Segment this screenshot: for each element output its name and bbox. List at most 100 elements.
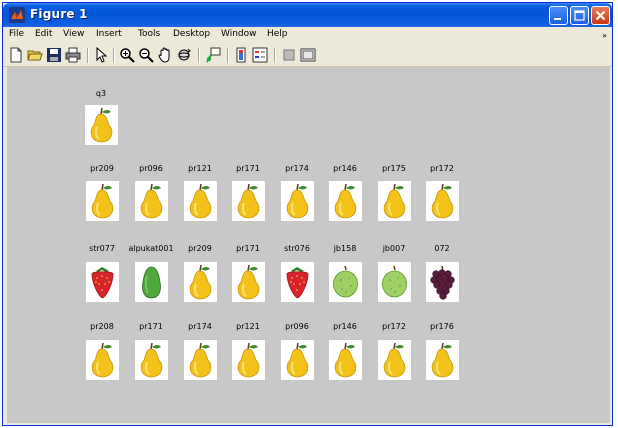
image-thumbnail-pear[interactable] bbox=[86, 181, 119, 221]
zoom-out-icon[interactable] bbox=[138, 47, 154, 63]
zoom-in-icon[interactable] bbox=[119, 47, 135, 63]
pear-icon bbox=[140, 183, 163, 219]
pear-icon bbox=[237, 183, 260, 219]
image-thumbnail-strawberry[interactable] bbox=[86, 262, 119, 302]
strawberry-icon bbox=[286, 267, 309, 299]
grape-icon bbox=[430, 265, 455, 300]
guava-icon bbox=[333, 265, 358, 298]
image-thumbnail-pear[interactable] bbox=[232, 181, 265, 221]
image-thumbnail-pear[interactable] bbox=[184, 340, 217, 380]
menu-overflow-icon[interactable]: » bbox=[602, 31, 607, 40]
image-label: pr171 bbox=[236, 164, 260, 173]
image-label: pr096 bbox=[285, 322, 309, 331]
menu-insert[interactable]: Insert bbox=[96, 29, 122, 39]
image-thumbnail-pear[interactable] bbox=[378, 340, 411, 380]
menu-file[interactable]: File bbox=[9, 29, 24, 39]
show-plot-tools-icon[interactable] bbox=[300, 47, 316, 63]
image-label: pr208 bbox=[90, 322, 114, 331]
image-thumbnail-pear[interactable] bbox=[426, 181, 459, 221]
title-bar[interactable]: Figure 1 bbox=[3, 3, 612, 27]
rotate-3d-icon[interactable] bbox=[176, 47, 192, 63]
pear-icon bbox=[189, 264, 212, 300]
minimize-icon bbox=[554, 18, 561, 20]
new-figure-icon[interactable] bbox=[8, 47, 24, 63]
close-button[interactable] bbox=[591, 6, 610, 25]
toolbar-separator bbox=[198, 48, 200, 63]
image-label: alpukat001 bbox=[128, 244, 174, 253]
menu-desktop[interactable]: Desktop bbox=[173, 29, 210, 39]
maximize-button[interactable] bbox=[570, 6, 589, 25]
insert-legend-icon[interactable] bbox=[252, 47, 268, 63]
image-label: jb007 bbox=[382, 244, 406, 253]
pan-hand-icon[interactable] bbox=[157, 47, 173, 63]
image-thumbnail-pear[interactable] bbox=[329, 340, 362, 380]
print-icon[interactable] bbox=[65, 47, 81, 63]
strawberry-icon bbox=[91, 267, 114, 299]
image-thumbnail-pear[interactable] bbox=[184, 181, 217, 221]
image-thumbnail-pear[interactable] bbox=[135, 340, 168, 380]
image-thumbnail-strawberry[interactable] bbox=[281, 262, 314, 302]
pear-icon bbox=[383, 183, 406, 219]
image-thumbnail-guava[interactable] bbox=[378, 262, 411, 302]
menu-window[interactable]: Window bbox=[221, 29, 257, 39]
image-label: pr174 bbox=[285, 164, 309, 173]
image-thumbnail-pear[interactable] bbox=[232, 262, 265, 302]
image-label: pr171 bbox=[236, 244, 260, 253]
pear-icon bbox=[91, 342, 114, 378]
image-thumbnail-pear[interactable] bbox=[378, 181, 411, 221]
maximize-icon bbox=[574, 10, 585, 21]
close-icon bbox=[595, 10, 606, 21]
menu-tools[interactable]: Tools bbox=[138, 29, 160, 39]
menu-view[interactable]: View bbox=[63, 29, 84, 39]
pear-icon bbox=[237, 264, 260, 300]
image-thumbnail-grape[interactable] bbox=[426, 262, 459, 302]
image-thumbnail-pear[interactable] bbox=[281, 181, 314, 221]
menu-help[interactable]: Help bbox=[267, 29, 288, 39]
menu-edit[interactable]: Edit bbox=[35, 29, 52, 39]
image-label: q3 bbox=[95, 89, 107, 98]
pear-icon bbox=[431, 342, 454, 378]
image-label: pr146 bbox=[333, 322, 357, 331]
window-title: Figure 1 bbox=[30, 7, 88, 21]
image-label: jb158 bbox=[333, 244, 357, 253]
image-thumbnail-pear[interactable] bbox=[184, 262, 217, 302]
pear-icon bbox=[91, 183, 114, 219]
hide-plot-tools-icon[interactable] bbox=[281, 47, 297, 63]
image-thumbnail-avocado[interactable] bbox=[135, 262, 168, 302]
menu-bar: File Edit View Insert Tools Desktop Wind… bbox=[3, 27, 612, 44]
toolbar-separator bbox=[227, 48, 229, 63]
image-label: str076 bbox=[284, 244, 310, 253]
image-label: pr209 bbox=[188, 244, 212, 253]
select-arrow-icon[interactable] bbox=[93, 47, 109, 63]
figure-canvas[interactable]: q3 pr209 pr096 pr121 pr171 pr174 pr146 pr175 pr1… bbox=[7, 67, 610, 423]
image-thumbnail-pear[interactable] bbox=[329, 181, 362, 221]
image-label: pr172 bbox=[430, 164, 454, 173]
image-label: pr172 bbox=[382, 322, 406, 331]
guava-icon bbox=[382, 265, 407, 298]
image-thumbnail-pear[interactable] bbox=[86, 340, 119, 380]
pear-icon bbox=[140, 342, 163, 378]
image-thumbnail-pear[interactable] bbox=[426, 340, 459, 380]
save-icon[interactable] bbox=[46, 47, 62, 63]
avocado-icon bbox=[142, 266, 161, 299]
image-label: pr175 bbox=[382, 164, 406, 173]
minimize-button[interactable] bbox=[549, 6, 568, 25]
image-label: pr209 bbox=[90, 164, 114, 173]
data-cursor-icon[interactable] bbox=[205, 47, 221, 63]
insert-colorbar-icon[interactable] bbox=[233, 47, 249, 63]
image-label: str077 bbox=[89, 244, 115, 253]
open-file-icon[interactable] bbox=[27, 47, 43, 63]
pear-icon bbox=[286, 342, 309, 378]
image-thumbnail-pear[interactable] bbox=[232, 340, 265, 380]
pear-icon bbox=[431, 183, 454, 219]
figure-toolbar bbox=[3, 44, 612, 67]
pear-icon bbox=[189, 183, 212, 219]
image-thumbnail-pear[interactable] bbox=[281, 340, 314, 380]
image-thumbnail-guava[interactable] bbox=[329, 262, 362, 302]
image-thumbnail-pear[interactable] bbox=[85, 105, 118, 145]
pear-icon bbox=[189, 342, 212, 378]
toolbar-separator bbox=[113, 48, 115, 63]
pear-icon bbox=[334, 342, 357, 378]
pear-icon bbox=[237, 342, 260, 378]
image-thumbnail-pear[interactable] bbox=[135, 181, 168, 221]
